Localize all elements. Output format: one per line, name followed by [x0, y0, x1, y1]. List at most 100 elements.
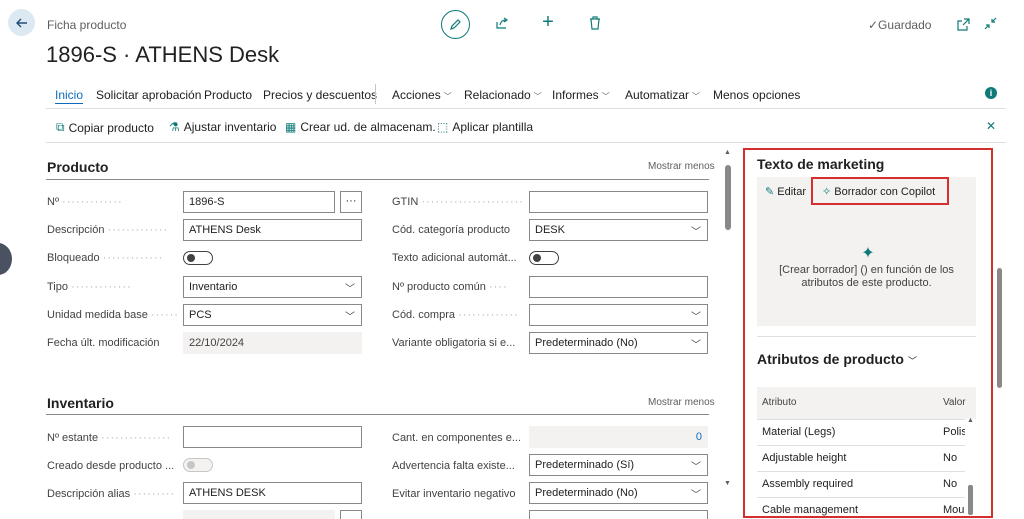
plus-icon: +: [542, 10, 554, 33]
field-label: Creado desde producto ...: [47, 460, 175, 472]
category-select[interactable]: DESK ﹀: [529, 219, 708, 241]
menu-relacionado[interactable]: Relacionado ﹀: [464, 88, 542, 102]
edit-marketing-button[interactable]: ✎ Editar: [765, 185, 806, 198]
less-options-button[interactable]: Menos opciones: [713, 88, 800, 102]
table-row[interactable]: Adjustable height No: [757, 445, 965, 471]
attributes-title[interactable]: Atributos de producto ﹀: [757, 351, 917, 367]
chevron-down-icon: ﹀: [692, 92, 701, 101]
edit-button[interactable]: [441, 10, 470, 39]
divider: [46, 142, 1006, 143]
scroll-thumb[interactable]: [725, 165, 731, 230]
chevron-down-icon: ﹀: [345, 312, 355, 323]
field-label: Texto adicional automát...: [392, 252, 517, 264]
variant-mandatory-select[interactable]: Predeterminado (No) ﹀: [529, 332, 708, 354]
trash-icon: [590, 16, 600, 30]
created-from-item-toggle: [183, 458, 213, 472]
draft-with-copilot-button[interactable]: ✧ Borrador con Copilot: [822, 185, 935, 198]
scroll-thumb[interactable]: [997, 268, 1002, 388]
blocked-toggle[interactable]: [183, 251, 213, 265]
copy-product-button[interactable]: ⧉ Copiar producto: [56, 120, 154, 135]
table-row[interactable]: Cable management Mou: [757, 497, 965, 517]
delete-button[interactable]: [586, 14, 604, 32]
stockout-warning-select[interactable]: Predeterminado (Sí) ﹀: [529, 454, 708, 476]
field-label: Nº estante ···············: [47, 432, 172, 444]
copilot-icon: ✧: [822, 186, 832, 198]
action-bar: Inicio Solicitar aprobación Producto Pre…: [46, 84, 1006, 106]
field-label: GTIN ···························: [392, 196, 522, 208]
show-less-link[interactable]: Mostrar menos: [648, 161, 715, 172]
scroll-up-icon[interactable]: ▲: [724, 149, 731, 156]
prevent-negative-inventory-select[interactable]: Predeterminado (No) ﹀: [529, 482, 708, 504]
column-header-attribute[interactable]: Atributo: [762, 397, 796, 408]
chevron-down-icon: ﹀: [345, 284, 355, 295]
chevron-down-icon: ﹀: [691, 312, 701, 323]
chevron-down-icon: ﹀: [533, 92, 542, 101]
share-icon: [496, 17, 509, 29]
section-title-product: Producto: [47, 159, 109, 175]
scroll-down-icon[interactable]: ▼: [724, 480, 731, 487]
table-header: Atributo Valor: [757, 387, 976, 419]
shelf-no-field[interactable]: [183, 426, 362, 448]
tab-precios-descuentos[interactable]: Precios y descuentos: [263, 88, 377, 102]
section-rule: [46, 414, 709, 415]
toggle-knob: [187, 254, 195, 262]
chevron-down-icon: ﹀: [691, 340, 701, 351]
menu-informes[interactable]: Informes ﹀: [552, 88, 610, 102]
auto-text-toggle[interactable]: [529, 251, 559, 265]
common-item-no-field[interactable]: [529, 276, 708, 298]
collapse-button[interactable]: [983, 16, 997, 30]
new-button[interactable]: +: [539, 10, 557, 33]
description-field[interactable]: ATHENS Desk: [183, 219, 362, 241]
info-icon[interactable]: i: [985, 87, 997, 99]
open-new-window-button[interactable]: [956, 17, 970, 31]
field-label: Unidad medida base ·······: [47, 309, 177, 321]
tab-inicio[interactable]: Inicio: [55, 88, 84, 104]
tab-producto[interactable]: Producto: [204, 88, 252, 102]
qty-on-components-field[interactable]: 0: [529, 426, 708, 448]
copilot-prompt-text: [Crear borrador] () en función de los at…: [779, 264, 954, 289]
tab-solicitar-aprobacion[interactable]: Solicitar aprobación: [96, 88, 201, 102]
field-label: Fecha últ. modificación: [47, 337, 160, 349]
popout-icon: [956, 17, 970, 31]
adjust-inventory-icon: ⚗: [169, 120, 180, 134]
scroll-up-icon[interactable]: ▲: [967, 417, 974, 424]
pin-icon: ✕: [985, 119, 997, 133]
chevron-down-icon: ﹀: [908, 356, 918, 366]
breadcrumb: Ficha producto: [47, 18, 127, 32]
assist-edit-button[interactable]: [340, 510, 362, 519]
apply-template-button[interactable]: ⬚ Aplicar plantilla: [437, 120, 533, 134]
arrow-left-icon: [15, 18, 27, 27]
gtin-field[interactable]: [529, 191, 708, 213]
type-select[interactable]: Inventario ﹀: [183, 276, 362, 298]
purchasing-code-select[interactable]: ﹀: [529, 304, 708, 326]
item-no-field[interactable]: 1896-S: [183, 191, 335, 213]
assist-edit-button[interactable]: ···: [340, 191, 362, 213]
column-header-value[interactable]: Valor: [943, 397, 966, 408]
field-label: Cant. en componentes e...: [392, 432, 522, 444]
field-label: Nº ·············: [47, 196, 123, 208]
chevron-down-icon: ﹀: [443, 92, 452, 101]
field-label: Evitar inventario negativo: [392, 488, 516, 500]
table-row[interactable]: Material (Legs)Polish: [757, 419, 965, 445]
create-stockkeeping-button[interactable]: ▦ Crear ud. de almacenam.: [285, 120, 436, 134]
scroll-thumb[interactable]: [968, 485, 973, 515]
share-button[interactable]: [493, 14, 511, 32]
back-button[interactable]: [8, 9, 35, 36]
search-description-field[interactable]: ATHENS DESK: [183, 482, 362, 504]
saved-status: ✓Guardado: [868, 18, 932, 32]
show-less-link[interactable]: Mostrar menos: [648, 397, 715, 408]
pin-button[interactable]: ✕: [983, 118, 999, 134]
table-row[interactable]: Assembly required No: [757, 471, 965, 497]
chevron-down-icon: ﹀: [691, 462, 701, 473]
base-unit-select[interactable]: PCS ﹀: [183, 304, 362, 326]
toggle-knob: [187, 461, 195, 469]
last-modified-field: 22/10/2024: [183, 332, 362, 354]
field-label: Descripción alias ·········: [47, 488, 176, 500]
side-panel-handle: [0, 243, 12, 275]
collapse-icon: [984, 17, 996, 29]
menu-automatizar[interactable]: Automatizar ﹀: [625, 88, 700, 102]
chevron-down-icon: ﹀: [691, 227, 701, 238]
menu-acciones[interactable]: Acciones ﹀: [392, 88, 452, 102]
adjust-inventory-button[interactable]: ⚗ Ajustar inventario: [169, 120, 276, 134]
toggle-knob: [533, 254, 541, 262]
